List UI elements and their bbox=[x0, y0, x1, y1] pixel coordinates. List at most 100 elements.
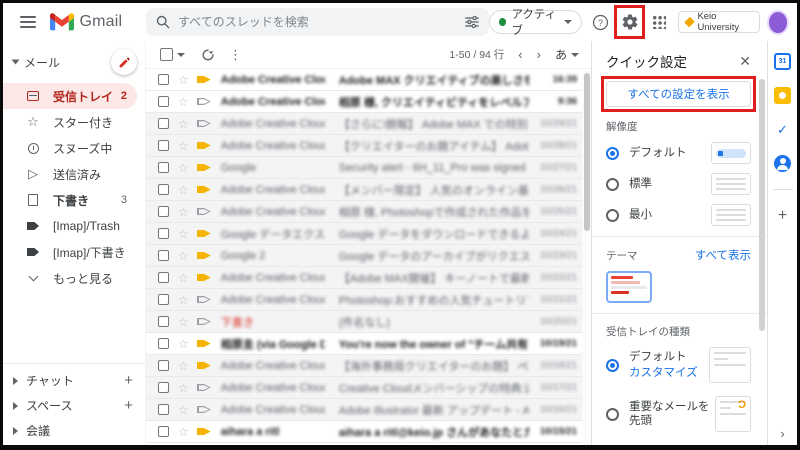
add-plus-icon[interactable]: + bbox=[124, 372, 133, 389]
collapse-side-panel-button[interactable]: › bbox=[780, 426, 784, 441]
select-dropdown-caret-icon[interactable] bbox=[177, 53, 185, 57]
chat-status-chip[interactable]: アクティブ bbox=[489, 10, 582, 34]
importance-marker-icon[interactable] bbox=[197, 382, 211, 393]
close-panel-button[interactable]: ✕ bbox=[739, 53, 751, 70]
star-toggle-icon[interactable]: ☆ bbox=[178, 315, 189, 329]
email-row[interactable]: ☆ Adobe Creative Cloud Adobe Illustrator… bbox=[146, 399, 591, 421]
email-checkbox[interactable] bbox=[158, 206, 169, 217]
star-toggle-icon[interactable]: ☆ bbox=[178, 117, 189, 131]
search-options-tune-icon[interactable] bbox=[465, 15, 479, 29]
email-checkbox[interactable] bbox=[158, 316, 169, 327]
email-row[interactable]: ☆ Adobe Creative Cloud 【海外事務局クリエイターのお題】 … bbox=[146, 355, 591, 377]
email-row[interactable]: ☆ Google 2 Google データのアーカイブがリクエストされました -… bbox=[146, 245, 591, 267]
search-bar[interactable] bbox=[146, 8, 489, 36]
email-row[interactable]: ☆ Adobe Creative Cloud 【メンバー限定】 人気のオンライン… bbox=[146, 179, 591, 201]
see-all-settings-button[interactable]: すべての設定を表示 bbox=[606, 81, 751, 107]
account-avatar[interactable] bbox=[767, 10, 789, 35]
email-row[interactable]: ☆ Adobe Creative Cloud Photoshop:おすすめの人気… bbox=[146, 289, 591, 311]
email-checkbox[interactable] bbox=[158, 74, 169, 85]
search-input[interactable] bbox=[178, 15, 457, 29]
email-row[interactable]: ☆ Google Security alert - 6H_11_Pro was … bbox=[146, 157, 591, 179]
email-checkbox[interactable] bbox=[158, 382, 169, 393]
sidebar-folder-item[interactable]: ☆ スター付き bbox=[3, 109, 137, 135]
importance-marker-icon[interactable] bbox=[197, 74, 211, 85]
sidebar-folder-item[interactable]: [Imap]/Trash bbox=[3, 213, 137, 239]
contacts-icon[interactable] bbox=[774, 155, 791, 172]
calendar-icon[interactable]: 31 bbox=[774, 53, 791, 70]
compose-button[interactable] bbox=[111, 49, 137, 75]
customize-link[interactable]: カスタマイズ bbox=[629, 366, 698, 380]
email-checkbox[interactable] bbox=[158, 228, 169, 239]
email-row[interactable]: ☆ Adobe Creative Cloud Creative Cloudメンバ… bbox=[146, 377, 591, 399]
inbox-type-option[interactable]: デフォルト カスタマイズ bbox=[606, 347, 751, 383]
star-toggle-icon[interactable]: ☆ bbox=[178, 337, 189, 351]
add-plus-icon[interactable]: + bbox=[124, 397, 133, 414]
importance-marker-icon[interactable] bbox=[197, 294, 211, 305]
email-row[interactable]: ☆ Google データエクス.. 3 Google データをダウンロードできる… bbox=[146, 223, 591, 245]
star-toggle-icon[interactable]: ☆ bbox=[178, 139, 189, 153]
google-apps-button[interactable] bbox=[648, 9, 671, 35]
inbox-type-option[interactable]: 重要なメールを先頭 Ɔ bbox=[606, 396, 751, 432]
importance-marker-icon[interactable] bbox=[197, 96, 211, 107]
theme-thumbnail[interactable] bbox=[606, 271, 652, 303]
importance-marker-icon[interactable] bbox=[197, 404, 211, 415]
email-checkbox[interactable] bbox=[158, 338, 169, 349]
settings-button[interactable] bbox=[618, 9, 641, 35]
importance-marker-icon[interactable] bbox=[197, 360, 211, 371]
radio-button[interactable] bbox=[606, 408, 619, 421]
email-row[interactable]: ☆ aihara a ritl aihara a ritl@keio.jp さん… bbox=[146, 421, 591, 443]
email-checkbox[interactable] bbox=[158, 272, 169, 283]
email-checkbox[interactable] bbox=[158, 140, 169, 151]
importance-marker-icon[interactable] bbox=[197, 228, 211, 239]
select-all-checkbox[interactable] bbox=[160, 48, 173, 61]
email-row[interactable]: ☆ Adobe Creative Cloud Adobe MAX クリエイティブ… bbox=[146, 69, 591, 91]
density-option[interactable]: デフォルト bbox=[606, 142, 751, 164]
email-row[interactable]: ☆ Adobe Creative Cloud 【さらに!朗報】 Adobe MA… bbox=[146, 113, 591, 135]
help-button[interactable]: ? bbox=[589, 9, 612, 35]
refresh-button[interactable] bbox=[201, 48, 215, 62]
email-checkbox[interactable] bbox=[158, 404, 169, 415]
email-checkbox[interactable] bbox=[158, 426, 169, 437]
radio-button[interactable] bbox=[606, 178, 619, 191]
importance-marker-icon[interactable] bbox=[197, 250, 211, 261]
importance-marker-icon[interactable] bbox=[197, 316, 211, 327]
email-checkbox[interactable] bbox=[158, 96, 169, 107]
radio-button[interactable] bbox=[606, 209, 619, 222]
email-list-scrollbar[interactable] bbox=[582, 71, 591, 445]
star-toggle-icon[interactable]: ☆ bbox=[178, 403, 189, 417]
sidebar-folder-item[interactable]: もっと見る bbox=[3, 265, 137, 291]
keep-icon[interactable] bbox=[774, 87, 791, 104]
density-option[interactable]: 標準 bbox=[606, 173, 751, 195]
scrollbar-thumb[interactable] bbox=[584, 73, 590, 231]
star-toggle-icon[interactable]: ☆ bbox=[178, 249, 189, 263]
email-checkbox[interactable] bbox=[158, 250, 169, 261]
get-addons-button[interactable]: + bbox=[778, 207, 787, 225]
star-toggle-icon[interactable]: ☆ bbox=[178, 359, 189, 373]
sidebar-folder-item[interactable]: 受信トレイ 2 bbox=[3, 83, 137, 109]
email-row[interactable]: ☆ Adobe Creative Cloud 【Adobe MAX開催】 キーノ… bbox=[146, 267, 591, 289]
importance-marker-icon[interactable] bbox=[197, 162, 211, 173]
mail-section-header[interactable]: メール bbox=[3, 47, 145, 83]
star-toggle-icon[interactable]: ☆ bbox=[178, 293, 189, 307]
star-toggle-icon[interactable]: ☆ bbox=[178, 425, 189, 439]
sidebar-bottom-item[interactable]: スペース + bbox=[3, 393, 145, 418]
importance-marker-icon[interactable] bbox=[197, 206, 211, 217]
sidebar-bottom-item[interactable]: 会議 bbox=[3, 418, 145, 443]
email-checkbox[interactable] bbox=[158, 118, 169, 129]
older-page-button[interactable]: › bbox=[537, 47, 541, 62]
email-row[interactable]: ☆ Adobe Creative Cloud 相原 様, Photoshopで作… bbox=[146, 201, 591, 223]
importance-marker-icon[interactable] bbox=[197, 184, 211, 195]
email-checkbox[interactable] bbox=[158, 360, 169, 371]
sidebar-folder-item[interactable]: ▷ 送信済み bbox=[3, 161, 137, 187]
density-option[interactable]: 最小 bbox=[606, 204, 751, 226]
email-row[interactable]: ☆ Adobe Creative Cloud 【クリエイターのお題アイテム】 A… bbox=[146, 135, 591, 157]
more-options-button[interactable]: ⋮ bbox=[229, 47, 242, 63]
star-toggle-icon[interactable]: ☆ bbox=[178, 205, 189, 219]
importance-marker-icon[interactable] bbox=[197, 118, 211, 129]
importance-marker-icon[interactable] bbox=[197, 272, 211, 283]
gmail-logo[interactable]: Gmail bbox=[50, 13, 133, 31]
panel-scrollbar-thumb[interactable] bbox=[759, 79, 765, 331]
email-checkbox[interactable] bbox=[158, 162, 169, 173]
newer-page-button[interactable]: ‹ bbox=[518, 47, 522, 62]
star-toggle-icon[interactable]: ☆ bbox=[178, 271, 189, 285]
